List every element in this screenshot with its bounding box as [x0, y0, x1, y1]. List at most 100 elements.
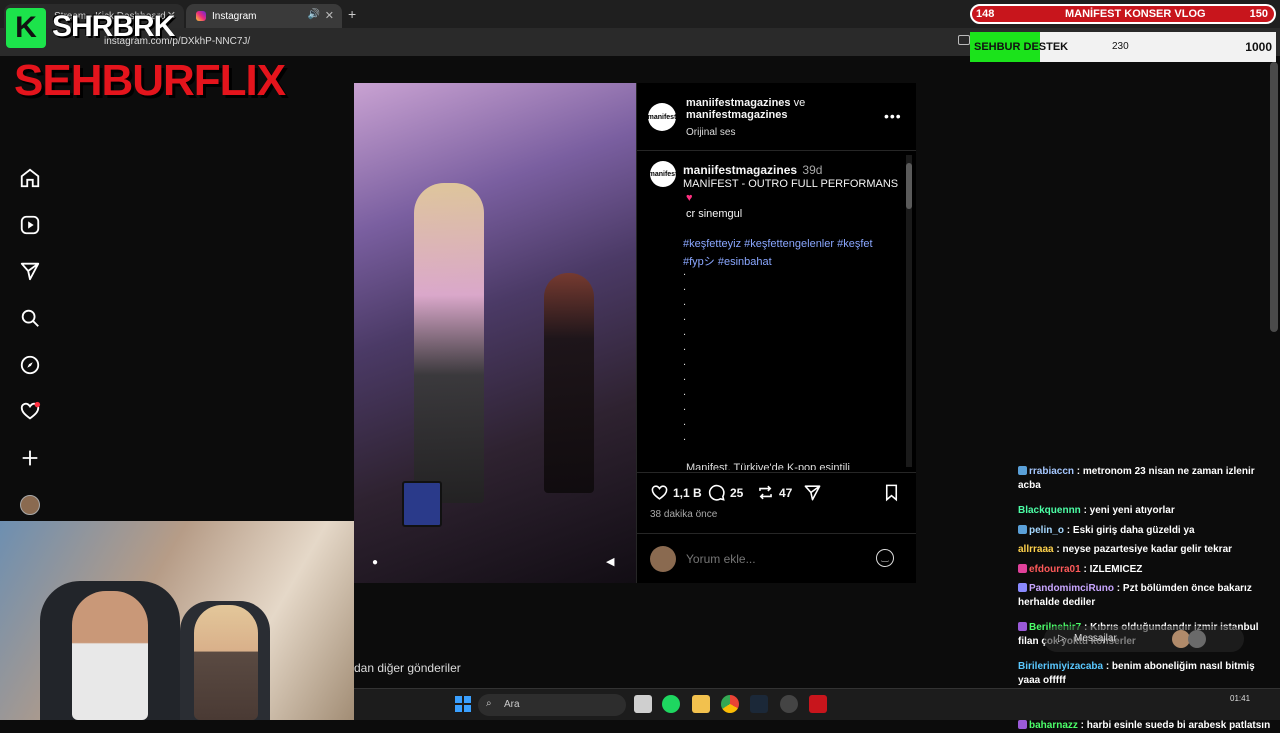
more-options-icon[interactable]: •••	[884, 108, 902, 124]
nav-search[interactable]	[17, 305, 43, 331]
caption-dot: .	[683, 281, 687, 293]
caption-scrollbar[interactable]	[906, 155, 912, 467]
coauthor-link[interactable]: manifestmagazines	[686, 109, 787, 121]
send-icon	[804, 485, 821, 501]
page-scrollbar[interactable]	[1270, 62, 1278, 332]
divider	[636, 533, 916, 534]
save-button[interactable]	[882, 483, 901, 507]
app-icon[interactable]	[809, 695, 827, 713]
bookmark-icon	[885, 484, 898, 502]
support-goal-current: 230	[1112, 41, 1129, 52]
spotify-icon[interactable]	[662, 695, 680, 713]
nav-profile-avatar[interactable]	[20, 495, 40, 515]
like-button[interactable]: 1,1 B	[650, 483, 702, 502]
scroll-thumb[interactable]	[906, 163, 912, 209]
instagram-favicon-icon	[196, 11, 206, 21]
nav-reels[interactable]	[17, 212, 43, 238]
author-link[interactable]: maniifestmagazines	[686, 97, 791, 109]
heart-icon	[651, 485, 668, 500]
emoji-icon[interactable]: ‿	[876, 549, 894, 567]
chat-username[interactable]: rrabiaccn	[1029, 466, 1074, 477]
webcam-feed	[0, 521, 354, 720]
nav-notifications[interactable]	[17, 398, 43, 424]
chat-message: efdourra01 : IZLEMICEZ	[1018, 563, 1276, 577]
taskbar-search[interactable]: ⌕ Ara	[478, 694, 626, 716]
messages-label: Messajlar	[1074, 633, 1117, 644]
steam-icon[interactable]	[750, 695, 768, 713]
audio-label[interactable]: Orijinal ses	[686, 127, 735, 138]
caption-dot: .	[683, 356, 687, 368]
like-count: 1,1 B	[673, 485, 702, 500]
caption-hashtags[interactable]: #fypシ #esinbahat	[683, 253, 772, 269]
chrome-icon[interactable]	[721, 695, 739, 713]
mute-icon[interactable]: ◀	[606, 555, 614, 568]
caption-hashtags[interactable]: #keşfetteyiz #keşfettengelenler #keşfet	[683, 238, 873, 250]
chat-text-wrap: acba	[1018, 480, 1041, 491]
nav-home[interactable]	[17, 165, 43, 191]
author-avatar[interactable]: manifest	[648, 103, 676, 131]
nav-create[interactable]	[17, 445, 43, 471]
chat-text: : yeni yeni atıyorlar	[1080, 505, 1175, 516]
post-header-authors: maniifestmagazines ve manifestmagazines	[686, 97, 805, 121]
vlog-goal-right: 150	[1249, 8, 1268, 20]
comment-icon	[708, 484, 725, 501]
caption-header: maniifestmagazines 39d	[683, 163, 822, 177]
new-tab-button[interactable]: +	[348, 6, 356, 22]
chat-message: rrabiaccn : metronom 23 nisan ne zaman i…	[1018, 465, 1276, 493]
comment-input[interactable]	[686, 550, 856, 568]
heart-emoji-icon: ♥	[686, 192, 693, 204]
nav-explore[interactable]	[17, 352, 43, 378]
chat-text: : Pzt bölümden önce bakarız	[1114, 583, 1252, 594]
search-icon: ⌕	[486, 698, 492, 709]
chat-username[interactable]: Blackquennn	[1018, 505, 1081, 516]
close-icon[interactable]: ✕	[325, 9, 334, 22]
file-explorer-icon[interactable]	[692, 695, 710, 713]
home-icon	[20, 168, 40, 188]
conjunction: ve	[793, 97, 806, 109]
caption-dot: .	[683, 311, 687, 323]
post-video[interactable]: ● ◀	[354, 83, 636, 583]
more-posts-label[interactable]: dan diğer gönderiler	[354, 661, 461, 675]
chat-badge-icon	[1018, 524, 1027, 534]
share-button[interactable]	[803, 483, 822, 507]
caption-author[interactable]: maniifestmagazines	[683, 163, 797, 177]
chat-badge-icon	[1018, 563, 1027, 573]
chat-text: : benim aboneliğim nasıl bitmiş	[1103, 661, 1255, 672]
send-icon: ▷	[1058, 633, 1066, 644]
reels-icon	[20, 215, 40, 235]
chat-text: : metronom 23 nisan ne zaman izlenir	[1074, 466, 1255, 477]
taskbar-clock: 01:41	[1230, 694, 1251, 703]
task-view-icon[interactable]	[634, 695, 652, 713]
divider	[636, 150, 916, 151]
chat-message: Birilerimiyizacaba : benim aboneliğim na…	[1018, 660, 1276, 688]
search-icon	[21, 309, 39, 327]
chat-username[interactable]: efdourra01	[1029, 564, 1081, 575]
comment-button[interactable]: 25	[707, 483, 743, 502]
caption-avatar[interactable]: manifest	[649, 161, 677, 187]
chat-username[interactable]: Birilerimiyizacaba	[1018, 661, 1103, 672]
chat-text-wrap: yaaa offfff	[1018, 675, 1066, 686]
tab-instagram[interactable]: Instagram 🔊 ✕	[186, 4, 342, 28]
chat-username[interactable]: baharnazz	[1029, 720, 1078, 731]
plus-icon	[22, 450, 38, 466]
chat-username[interactable]: PandomimciRuno	[1029, 583, 1114, 594]
nav-messages[interactable]	[17, 258, 43, 284]
chat-message: pelin_o : Eski giriş daha güzeldi ya	[1018, 524, 1276, 538]
person	[72, 591, 148, 720]
performer-figure	[414, 183, 484, 503]
cast-icon[interactable]	[958, 35, 970, 45]
support-goal-target: 1000	[1245, 40, 1272, 54]
windows-start-icon[interactable]	[455, 696, 471, 712]
post-timestamp: 38 dakika önce	[650, 509, 718, 520]
chat-username[interactable]: pelin_o	[1029, 525, 1064, 536]
messages-pill[interactable]: ▷ Messajlar	[1044, 626, 1244, 652]
chat-username[interactable]: allrraaa	[1018, 544, 1054, 555]
commenter-avatar	[650, 546, 676, 572]
caption-dot: .	[683, 341, 687, 353]
performer-figure	[544, 273, 594, 493]
chat-badge-icon	[1018, 583, 1027, 592]
repost-button[interactable]: 47	[756, 483, 792, 502]
speaker-icon[interactable]: 🔊	[308, 9, 320, 20]
user-tag-icon[interactable]: ●	[372, 557, 378, 568]
app-icon[interactable]	[780, 695, 798, 713]
